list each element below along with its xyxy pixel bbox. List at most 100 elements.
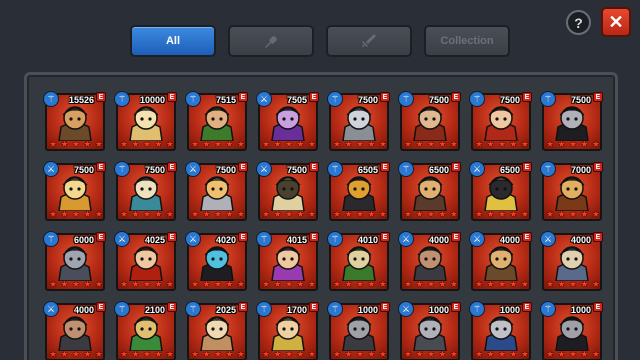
hero-card[interactable]: ⚚ 15526 E ★ ★ ★ ★ ★ <box>43 91 106 151</box>
grade-badge: E <box>96 302 106 312</box>
star-icon: ★ <box>355 209 365 219</box>
hero-card[interactable]: ⚔ 4000 E ★ ★ ★ ★ ★ <box>540 231 603 291</box>
hero-card[interactable]: ⚚ 7500 E ★ ★ ★ ★ ★ <box>114 161 177 221</box>
hero-portrait <box>58 106 92 141</box>
hero-card[interactable]: ⚔ 7500 E ★ ★ ★ ★ ★ <box>43 161 106 221</box>
star-icon: ★ <box>546 209 555 219</box>
hero-card[interactable]: ⚔ 1000 E ★ ★ ★ ★ ★ <box>398 301 461 360</box>
star-icon: ★ <box>49 209 58 219</box>
hero-portrait <box>555 106 589 141</box>
hero-power: 6505 <box>357 165 378 175</box>
hero-card[interactable]: ⚚ 7500 E ★ ★ ★ ★ ★ <box>469 91 532 151</box>
grade-badge: E <box>238 302 248 312</box>
star-icon: ★ <box>154 279 163 289</box>
star-icon: ★ <box>404 209 413 219</box>
staff-icon: ⚚ <box>114 161 130 177</box>
hero-power: 10000 <box>139 95 165 105</box>
star-icon: ★ <box>225 209 234 219</box>
star-icon: ★ <box>213 209 223 219</box>
hero-power: 4000 <box>428 235 449 245</box>
star-icon: ★ <box>202 279 211 289</box>
hero-card[interactable]: ⚔ 6500 E ★ ★ ★ ★ ★ <box>469 161 532 221</box>
hero-power: 6500 <box>499 165 520 175</box>
star-icon: ★ <box>426 209 436 219</box>
grade-badge: E <box>593 162 603 172</box>
hero-card[interactable]: ⚚ 4010 E ★ ★ ★ ★ ★ <box>327 231 390 291</box>
star-icon: ★ <box>449 139 458 149</box>
hero-portrait <box>413 246 447 281</box>
star-icon: ★ <box>378 209 387 219</box>
star-icon: ★ <box>165 209 174 219</box>
star-icon: ★ <box>191 349 200 359</box>
star-icon: ★ <box>273 139 282 149</box>
star-icon: ★ <box>520 139 529 149</box>
hero-grid: ⚚ 15526 E ★ ★ ★ ★ ★ ⚚ 10000 E ★ ★ ★ ★ ★ ⚚ 7515 E ★ ★ ★ ★ ★ ⚔ 7505… <box>43 91 603 360</box>
star-icon: ★ <box>83 349 92 359</box>
hero-card[interactable]: ⚔ 4000 E ★ ★ ★ ★ ★ <box>469 231 532 291</box>
star-icon: ★ <box>262 139 271 149</box>
star-icon: ★ <box>284 279 294 289</box>
star-rating: ★ ★ ★ ★ ★ <box>546 139 600 149</box>
hero-portrait <box>342 106 376 141</box>
star-icon: ★ <box>486 209 495 219</box>
star-icon: ★ <box>520 209 529 219</box>
grade-badge: E <box>522 232 532 242</box>
hero-card[interactable]: ⚔ 7505 E ★ ★ ★ ★ ★ <box>256 91 319 151</box>
tab-melee[interactable] <box>228 25 314 57</box>
tab-collection[interactable]: Collection <box>424 25 510 57</box>
hero-card[interactable]: ⚔ 7500 E ★ ★ ★ ★ ★ <box>185 161 248 221</box>
star-icon: ★ <box>486 349 495 359</box>
star-rating: ★ ★ ★ ★ ★ <box>333 139 387 149</box>
hero-card[interactable]: ⚚ 4015 E ★ ★ ★ ★ ★ <box>256 231 319 291</box>
hero-card[interactable]: ⚚ 6000 E ★ ★ ★ ★ ★ <box>43 231 106 291</box>
hero-card[interactable]: ⚔ 4020 E ★ ★ ★ ★ ★ <box>185 231 248 291</box>
star-icon: ★ <box>71 349 81 359</box>
hero-card[interactable]: ⚚ 2025 E ★ ★ ★ ★ ★ <box>185 301 248 360</box>
star-icon: ★ <box>449 349 458 359</box>
hero-power: 7505 <box>286 95 307 105</box>
hero-card[interactable]: ⚚ 1000 E ★ ★ ★ ★ ★ <box>540 301 603 360</box>
hero-card[interactable]: ⚚ 6500 E ★ ★ ★ ★ ★ <box>398 161 461 221</box>
hero-power: 7500 <box>357 95 378 105</box>
tab-weapon[interactable] <box>326 25 412 57</box>
sword-icon: ⚔ <box>469 161 485 177</box>
star-icon: ★ <box>307 279 316 289</box>
star-icon: ★ <box>415 209 424 219</box>
staff-icon: ⚚ <box>256 231 272 247</box>
star-icon: ★ <box>378 349 387 359</box>
hero-power: 2025 <box>215 305 236 315</box>
hero-card[interactable]: ⚚ 7500 E ★ ★ ★ ★ ★ <box>540 91 603 151</box>
sword-icon: ⚔ <box>256 161 272 177</box>
hero-card[interactable]: ⚔ 4000 E ★ ★ ★ ★ ★ <box>43 301 106 360</box>
star-icon: ★ <box>497 349 507 359</box>
hero-card[interactable]: ⚚ 6505 E ★ ★ ★ ★ ★ <box>327 161 390 221</box>
help-button[interactable]: ? <box>566 10 591 35</box>
hero-card[interactable]: ⚔ 4000 E ★ ★ ★ ★ ★ <box>398 231 461 291</box>
star-icon: ★ <box>120 209 129 219</box>
hero-card[interactable]: ⚚ 1000 E ★ ★ ★ ★ ★ <box>327 301 390 360</box>
close-button[interactable]: ✕ <box>601 7 631 37</box>
hero-card[interactable]: ⚚ 1700 E ★ ★ ★ ★ ★ <box>256 301 319 360</box>
hero-card[interactable]: ⚚ 2100 E ★ ★ ★ ★ ★ <box>114 301 177 360</box>
hero-card[interactable]: ⚔ 7500 E ★ ★ ★ ★ ★ <box>256 161 319 221</box>
hero-portrait <box>129 106 163 141</box>
hero-power: 7500 <box>144 165 165 175</box>
tab-all[interactable]: All <box>130 25 216 57</box>
grade-badge: E <box>167 302 177 312</box>
staff-icon: ⚚ <box>256 301 272 317</box>
hero-portrait <box>484 246 518 281</box>
star-icon: ★ <box>426 279 436 289</box>
hero-card[interactable]: ⚚ 7500 E ★ ★ ★ ★ ★ <box>327 91 390 151</box>
hero-card[interactable]: ⚔ 4025 E ★ ★ ★ ★ ★ <box>114 231 177 291</box>
hero-card[interactable]: ⚚ 7500 E ★ ★ ★ ★ ★ <box>398 91 461 151</box>
star-icon: ★ <box>131 209 140 219</box>
grade-badge: E <box>309 232 319 242</box>
hero-card[interactable]: ⚚ 1000 E ★ ★ ★ ★ ★ <box>469 301 532 360</box>
hero-card[interactable]: ⚚ 7000 E ★ ★ ★ ★ ★ <box>540 161 603 221</box>
grade-badge: E <box>380 162 390 172</box>
hero-portrait <box>555 176 589 211</box>
hero-card[interactable]: ⚚ 7515 E ★ ★ ★ ★ ★ <box>185 91 248 151</box>
star-icon: ★ <box>591 139 600 149</box>
hero-power: 1000 <box>357 305 378 315</box>
hero-card[interactable]: ⚚ 10000 E ★ ★ ★ ★ ★ <box>114 91 177 151</box>
